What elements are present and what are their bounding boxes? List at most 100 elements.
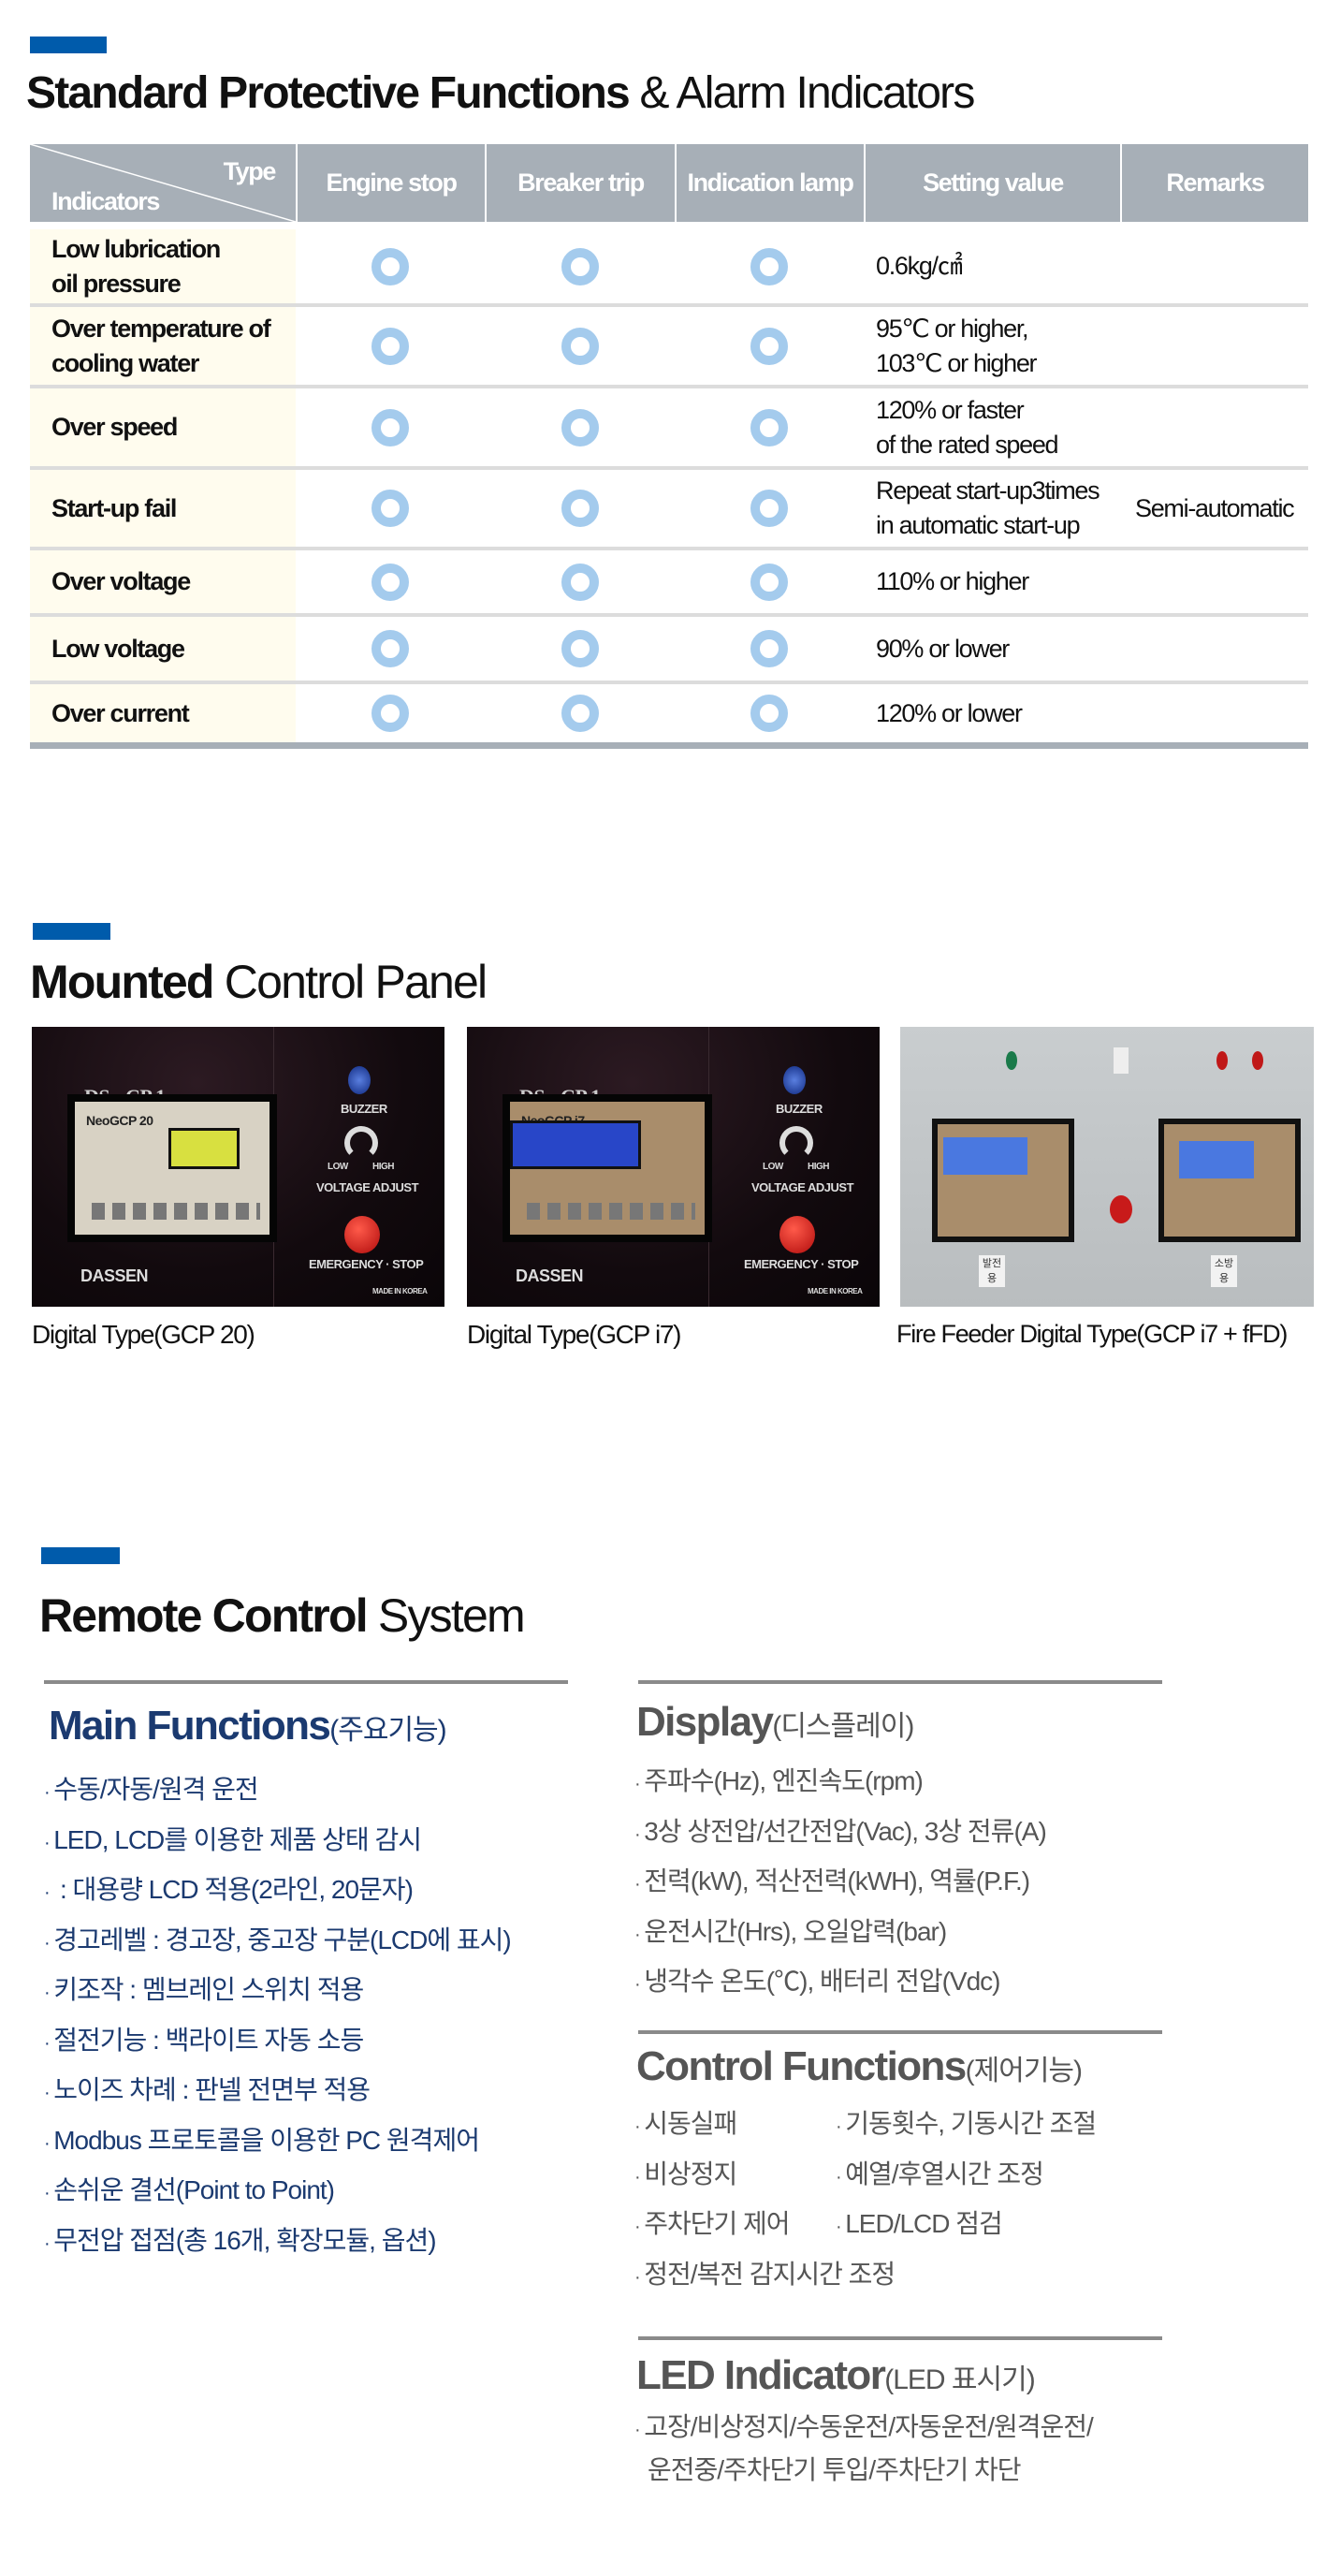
label-plate-left: 발전용 (979, 1255, 1005, 1287)
list-item: 3상 상전압/선간전압(Vac), 3상 전류(A) (634, 1808, 1047, 1859)
section-title-protective: Standard Protective Functions & Alarm In… (26, 68, 975, 118)
title-en: LED Indicator (636, 2352, 886, 2398)
title-bold: Remote Control (39, 1589, 369, 1642)
list-item: 손쉬운 결선(Point to Point) (44, 2167, 511, 2217)
emergency-stop-button (344, 1216, 380, 1253)
circle-mark-icon (371, 247, 409, 285)
table-row: Over voltage 110% or higher (30, 550, 1308, 617)
voltage-knob-icon (344, 1126, 378, 1160)
indicator-cell: Low lubrication oil pressure (30, 229, 296, 303)
header-setting-value: Setting value (864, 144, 1120, 222)
control-functions-title: Control Functions(제어기능) (636, 2043, 1083, 2089)
remarks-cell (1120, 550, 1308, 613)
list-item: 운전시간(Hrs), 오일압력(bar) (634, 1909, 1046, 1959)
table-body: Low lubrication oil pressure 0.6kg/㎠ Over … (30, 229, 1308, 749)
list-item: 수동/자동/원격 운전 (44, 1766, 511, 1817)
indicator-cell: Over voltage (30, 550, 296, 613)
remarks-cell (1120, 307, 1308, 385)
title-light: System (366, 1589, 526, 1642)
title-en: Control Functions (636, 2043, 967, 2089)
table-header: Type Indicators Engine stop Breaker trip… (30, 144, 1308, 222)
section-accent-bar (33, 923, 110, 940)
made-in-label: MADE IN KOREA (372, 1287, 428, 1295)
controller-right (1158, 1119, 1301, 1242)
buzzer-icon (348, 1066, 371, 1094)
list-item: 절전기능 : 백라이트 자동 소등 (44, 2017, 511, 2068)
indicator-cell: Start-up fail (30, 470, 296, 547)
emergency-stop-label: EMERGENCY · STOP (309, 1257, 424, 1271)
list-item: 고장/비상정지/수동운전/자동운전/원격운전/ (634, 2406, 1094, 2452)
buzzer-label: BUZZER (776, 1102, 823, 1116)
controller-label: NeoGCP 20 (86, 1113, 153, 1128)
red-lamp-icon (1216, 1051, 1228, 1070)
breaker-trip-cell (485, 229, 675, 303)
label-plate-right: 소방용 (1211, 1255, 1237, 1287)
engine-stop-cell (296, 617, 485, 681)
section-title-control-panel: Mounted Control Panel (30, 956, 488, 1008)
setting-value-cell: 120% or lower (864, 684, 1120, 742)
title-en: Display (636, 1699, 774, 1745)
led-indicator-title: LED Indicator(LED 표시기) (636, 2352, 1036, 2398)
breaker-trip-cell (485, 684, 675, 742)
indicator-cell: Over speed (30, 388, 296, 466)
list-item: 주파수(Hz), 엔진속도(rpm) (634, 1758, 1046, 1808)
header-indication-lamp: Indication lamp (675, 144, 864, 222)
emergency-stop-label: EMERGENCY · STOP (744, 1257, 859, 1271)
circle-mark-icon (371, 630, 409, 667)
title-bold: Standard Protective Functions (26, 68, 631, 118)
emergency-stop-button (1110, 1195, 1132, 1223)
table-row: Over speed 120% or faster of the rated sp… (30, 388, 1308, 470)
indication-lamp-cell (675, 307, 864, 385)
setting-value-cell-text: 110% or higher (876, 567, 1029, 595)
main-functions-title: Main Functions(주요기능) (49, 1703, 447, 1749)
list-item: Modbus 프로토콜을 이용한 PC 원격제어 (44, 2117, 511, 2168)
title-en: Main Functions (49, 1703, 331, 1749)
list-item: 무전압 접점(총 16개, 확장모듈, 옵션) (44, 2217, 511, 2268)
setting-value-cell-text: Repeat start-up3times in automatic start… (876, 476, 1100, 539)
divider (638, 2336, 1162, 2340)
lcd-screen (168, 1128, 240, 1169)
caption-gcpi7: Digital Type(GCP i7) (467, 1320, 681, 1349)
high-label: HIGH (808, 1162, 830, 1172)
buzzer-label: BUZZER (341, 1102, 387, 1116)
title-ko: (디스플레이) (772, 1711, 914, 1742)
list-item: LED, LCD를 이용한 제품 상태 감시 (44, 1817, 511, 1867)
circle-mark-icon (750, 695, 788, 732)
setting-value-cell: 120% or faster of the rated speed (864, 388, 1120, 466)
engine-stop-cell (296, 684, 485, 742)
indicator-cell-text: Over voltage (51, 567, 191, 595)
low-label: LOW (763, 1162, 783, 1172)
indicator-cell-text: Start-up fail (51, 493, 177, 522)
table-row: Over temperature of cooling water 95℃ or … (30, 307, 1308, 388)
circle-mark-icon (561, 563, 599, 601)
brand-logo: DASSEN (80, 1266, 149, 1285)
indicator-cell-text: Low voltage (51, 634, 185, 663)
button-row (527, 1203, 695, 1220)
indicator-cell-text: Low lubrication oil pressure (51, 234, 221, 298)
section-accent-bar (30, 37, 107, 53)
engine-stop-cell (296, 388, 485, 466)
circle-mark-icon (750, 490, 788, 527)
header-corner: Type Indicators (30, 144, 296, 222)
table-row: Low lubrication oil pressure 0.6kg/㎠ (30, 229, 1308, 307)
circle-mark-icon (750, 408, 788, 446)
circle-mark-icon (371, 490, 409, 527)
table-row: Start-up fail Repeat start-up3times in au… (30, 470, 1308, 550)
circle-mark-icon (371, 695, 409, 732)
header-indicators-label: Indicators (51, 187, 160, 215)
setting-value-cell: 90% or lower (864, 617, 1120, 681)
list-item: 경고레벨 : 경고장, 중고장 구분(LCD에 표시) (44, 1917, 512, 1968)
fire-feeder-photo: 발전용 소방용 (900, 1027, 1314, 1307)
circle-mark-icon (561, 408, 599, 446)
breaker-trip-cell (485, 617, 675, 681)
title-light: & Alarm Indicators (628, 68, 975, 118)
circle-mark-icon (561, 327, 599, 365)
display-title: Display(디스플레이) (636, 1699, 914, 1745)
circle-mark-icon (561, 695, 599, 732)
title-bold: Mounted (30, 956, 214, 1008)
circle-mark-icon (750, 563, 788, 601)
setting-value-cell-text: 120% or faster of the rated speed (876, 395, 1059, 459)
list-item: 예열/후열시간 조정 (836, 2151, 1096, 2202)
setting-value-cell: Repeat start-up3times in automatic start… (864, 470, 1120, 547)
section-accent-bar (41, 1547, 120, 1564)
